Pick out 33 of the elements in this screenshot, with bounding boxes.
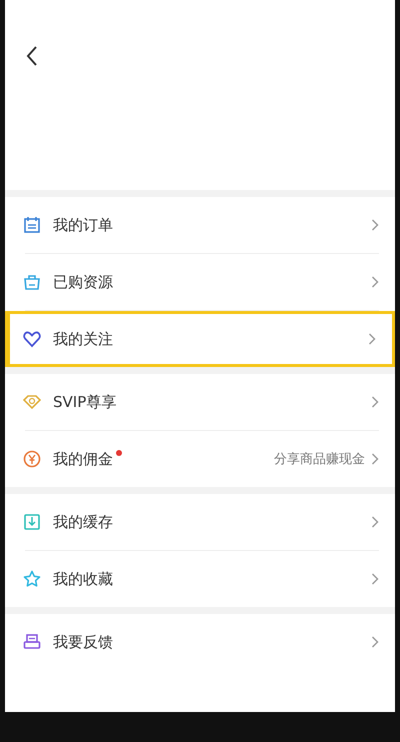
printer-icon [23, 633, 41, 651]
chevron-right-icon [371, 573, 379, 585]
coin-icon [23, 450, 41, 468]
menu-item[interactable]: SVIP尊享 [5, 374, 395, 430]
chevron-right-icon [371, 636, 379, 648]
menu-item[interactable]: 我要反馈 [5, 614, 395, 670]
menu-label: 我的佣金 [53, 450, 113, 468]
menu-item[interactable]: 我的佣金 分享商品赚现金 [5, 431, 395, 487]
menu-label: SVIP尊享 [53, 392, 116, 412]
menu-label: 我的关注 [53, 330, 113, 348]
bag-icon [23, 273, 41, 291]
menu-item[interactable]: 我的缓存 [5, 494, 395, 550]
chevron-right-icon [371, 396, 379, 408]
download-icon [23, 513, 41, 531]
back-icon[interactable] [25, 44, 39, 68]
chevron-right-icon [368, 333, 376, 345]
menu-label: 我要反馈 [53, 632, 113, 652]
chevron-right-icon [371, 516, 379, 528]
menu-item[interactable]: 我的订单 [5, 197, 395, 253]
diamond-icon [23, 393, 41, 411]
menu-label: 我的缓存 [53, 512, 113, 532]
menu-item[interactable]: 已购资源 [5, 254, 395, 310]
menu-label: 我的订单 [53, 216, 113, 234]
calendar-icon [23, 216, 41, 234]
star-icon [23, 570, 41, 588]
chevron-right-icon [371, 453, 379, 465]
menu-hint: 分享商品赚现金 [274, 451, 365, 468]
chevron-right-icon [371, 219, 379, 231]
menu-label: 我的收藏 [53, 570, 113, 588]
menu-label: 已购资源 [53, 272, 113, 292]
chevron-right-icon [371, 276, 379, 288]
heart-icon [23, 330, 41, 348]
menu-item[interactable]: 我的收藏 [5, 551, 395, 607]
